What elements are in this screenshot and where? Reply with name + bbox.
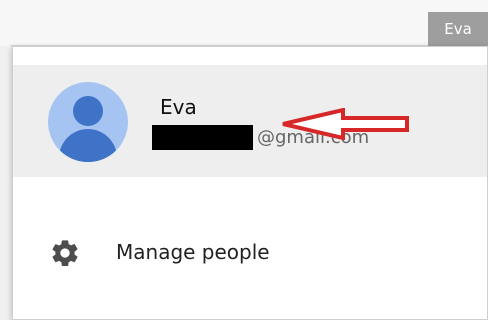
account-name: Eva [160,95,197,119]
gear-icon [52,240,78,267]
account-card[interactable]: Eva @gmail.com [13,65,487,177]
profile-menu: Eva @gmail.com Manage people [12,46,488,320]
browser-toolbar-strip [0,0,488,46]
manage-people-label: Manage people [116,240,270,264]
email-redaction [152,125,253,150]
avatar-body [59,129,117,162]
annotation-arrow-icon [282,108,409,140]
avatar-head [73,96,103,126]
avatar-icon [48,82,128,162]
manage-people-item[interactable]: Manage people [13,217,487,287]
profile-button[interactable]: Eva [428,12,488,46]
